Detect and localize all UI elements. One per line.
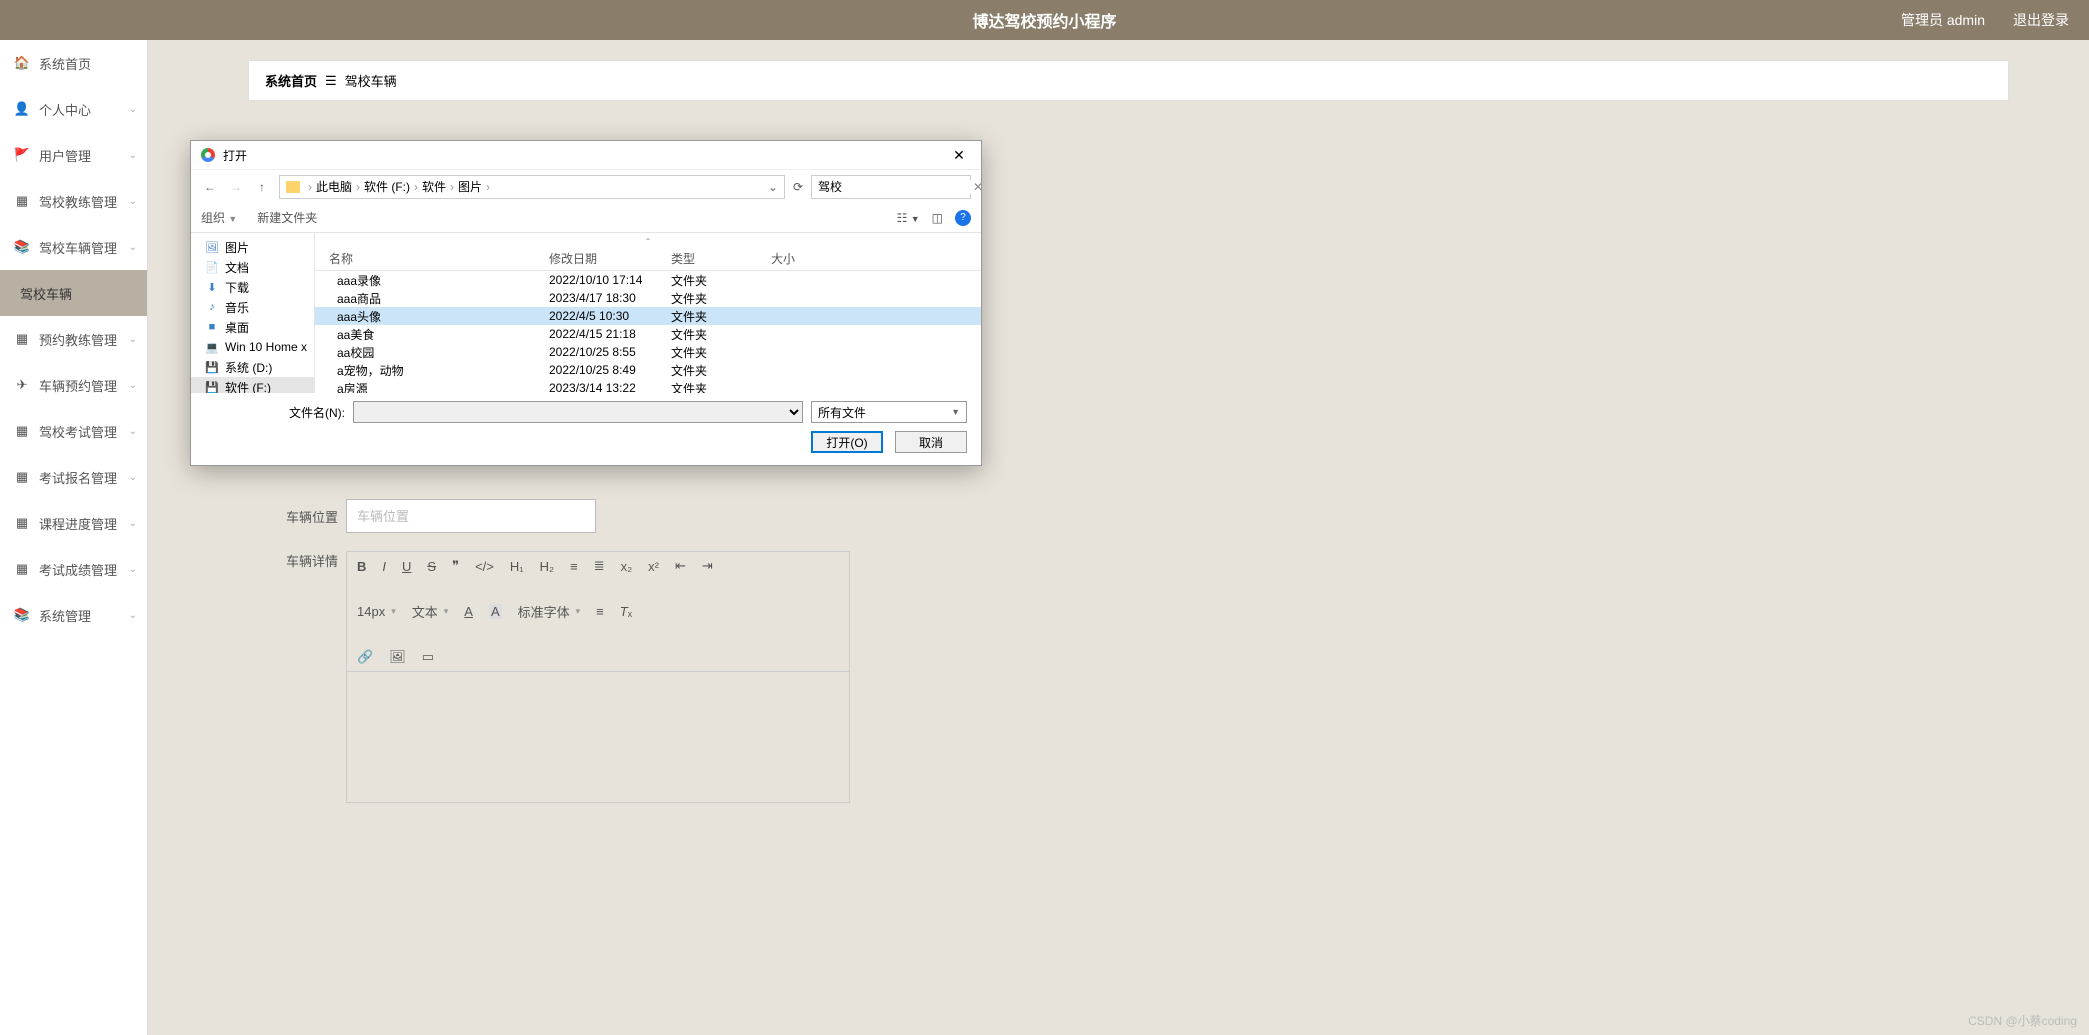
file-row[interactable]: aaa商品2023/4/17 18:30文件夹 [315, 289, 981, 307]
col-size[interactable]: 大小 [771, 250, 831, 267]
tree-icon: 💻 [205, 341, 219, 354]
cancel-button[interactable]: 取消 [895, 431, 967, 453]
col-name[interactable]: 名称 [329, 250, 549, 267]
dialog-overlay: 打开 ✕ ← → ↑ › 此电脑› 软件 (F:)› 软件› 图片› ⌄ ⟳ ✕… [0, 0, 2089, 1035]
close-icon[interactable]: ✕ [947, 147, 971, 164]
tree-item[interactable]: 🖼图片 [191, 237, 314, 257]
tree-item[interactable]: 📄文档 [191, 257, 314, 277]
chrome-icon [201, 148, 215, 162]
open-button[interactable]: 打开(O) [811, 431, 883, 453]
sort-arrow-icon: ⌃ [645, 237, 652, 246]
file-row[interactable]: aaa头像2022/4/5 10:30文件夹 [315, 307, 981, 325]
tree-icon: ■ [205, 321, 219, 333]
path-bar[interactable]: › 此电脑› 软件 (F:)› 软件› 图片› ⌄ [279, 175, 785, 199]
file-row[interactable]: aaa录像2022/10/10 17:14文件夹 [315, 271, 981, 289]
tree-item[interactable]: ⬇下载 [191, 277, 314, 297]
path-seg[interactable]: 此电脑 [316, 178, 352, 195]
view-mode-icon[interactable]: ☷ ▼ [897, 211, 920, 225]
path-seg[interactable]: 软件 (F:) [364, 178, 410, 195]
search-input[interactable] [818, 180, 973, 194]
file-row[interactable]: a宠物，动物2022/10/25 8:49文件夹 [315, 361, 981, 379]
tree-item[interactable]: ■桌面 [191, 317, 314, 337]
tree-icon: ⬇ [205, 281, 219, 294]
tree-icon: 🖼 [205, 241, 219, 254]
watermark: CSDN @小蔡coding [1968, 1012, 2077, 1029]
filetype-select[interactable]: 所有文件▼ [811, 401, 967, 423]
file-row[interactable]: aa美食2022/4/15 21:18文件夹 [315, 325, 981, 343]
back-icon[interactable]: ← [201, 180, 219, 194]
nav-tree[interactable]: 🖼图片📄文档⬇下载♪音乐■桌面💻Win 10 Home x💾系统 (D:)💾软件… [191, 233, 315, 393]
organize-menu[interactable]: 组织 ▼ [201, 209, 237, 226]
col-type[interactable]: 类型 [671, 250, 771, 267]
filename-label: 文件名(N): [205, 404, 345, 421]
path-seg[interactable]: 软件 [422, 178, 446, 195]
tree-icon: 💾 [205, 381, 219, 394]
preview-pane-icon[interactable]: ◫ [932, 211, 943, 225]
help-icon[interactable]: ? [955, 210, 971, 226]
file-open-dialog: 打开 ✕ ← → ↑ › 此电脑› 软件 (F:)› 软件› 图片› ⌄ ⟳ ✕… [190, 140, 982, 466]
tree-icon: ♪ [205, 301, 219, 313]
col-date[interactable]: 修改日期 [549, 250, 671, 267]
tree-icon: 📄 [205, 261, 219, 274]
refresh-icon[interactable]: ⟳ [793, 180, 803, 194]
clear-search-icon[interactable]: ✕ [973, 180, 983, 194]
tree-item[interactable]: 💾系统 (D:) [191, 357, 314, 377]
up-icon[interactable]: ↑ [253, 180, 271, 194]
dialog-titlebar[interactable]: 打开 ✕ [191, 141, 981, 169]
search-box[interactable]: ✕ [811, 175, 971, 199]
tree-item[interactable]: 💾软件 (F:) [191, 377, 314, 393]
file-list: ⌃ 名称 修改日期 类型 大小 aaa录像2022/10/10 17:14文件夹… [315, 233, 981, 393]
path-seg[interactable]: 图片 [458, 178, 482, 195]
file-row[interactable]: a房源2023/3/14 13:22文件夹 [315, 379, 981, 393]
tree-item[interactable]: 💻Win 10 Home x [191, 337, 314, 357]
forward-icon[interactable]: → [227, 180, 245, 194]
chevron-down-icon[interactable]: ⌄ [768, 180, 778, 194]
tree-icon: 💾 [205, 361, 219, 374]
filename-input[interactable] [353, 401, 803, 423]
tree-item[interactable]: ♪音乐 [191, 297, 314, 317]
file-row[interactable]: aa校园2022/10/25 8:55文件夹 [315, 343, 981, 361]
folder-icon [286, 181, 300, 193]
file-list-header: 名称 修改日期 类型 大小 [315, 247, 981, 271]
dialog-title: 打开 [223, 147, 247, 164]
new-folder-button[interactable]: 新建文件夹 [257, 209, 317, 226]
